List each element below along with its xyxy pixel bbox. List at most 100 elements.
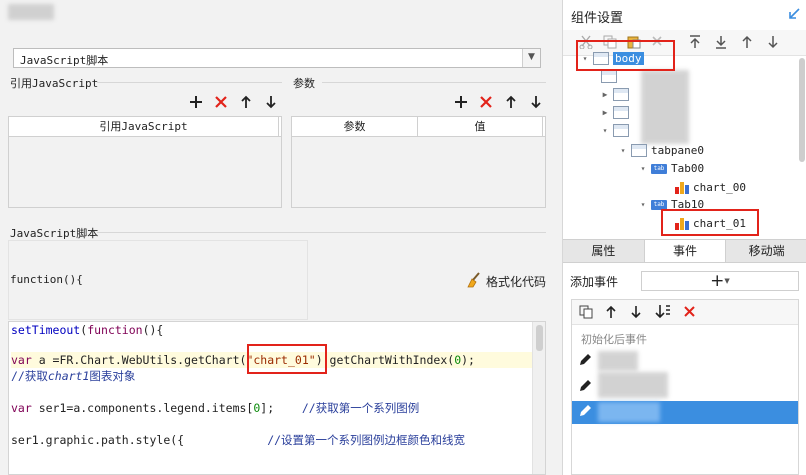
tree-node-blurred[interactable]: ▾ <box>601 124 629 137</box>
event-item[interactable] <box>572 372 798 399</box>
edit-pen-icon <box>578 404 592 421</box>
move-down-icon[interactable] <box>767 35 779 52</box>
move-down-icon[interactable] <box>261 92 280 111</box>
blurred-event-name <box>598 351 638 371</box>
editor-scrollbar[interactable] <box>532 322 545 474</box>
code-token: chart1 <box>47 369 90 383</box>
panel-icon <box>613 124 629 137</box>
code-line: ser1.graphic.path.style({ //设置第一个系列图例边框颜… <box>11 432 465 448</box>
code-token: function <box>87 323 143 337</box>
table-header: 引用JavaScript <box>9 117 281 137</box>
collapse-arrow-icon[interactable]: ▾ <box>639 164 647 173</box>
params-section-title: 参数 <box>293 77 315 90</box>
code-token: getChart <box>184 353 240 367</box>
delete-icon[interactable] <box>211 92 230 111</box>
move-down-icon[interactable] <box>630 305 642 322</box>
move-up-icon[interactable] <box>605 305 617 322</box>
code-token: setTimeout <box>11 323 81 337</box>
move-bottom-icon[interactable] <box>655 304 671 323</box>
delete-icon[interactable] <box>476 92 495 111</box>
function-signature: function(){ <box>10 273 83 286</box>
move-bottom-icon[interactable] <box>715 35 727 52</box>
scrollbar-thumb[interactable] <box>536 325 543 351</box>
add-event-dropdown[interactable]: +▼ <box>641 271 799 291</box>
collapse-arrow-icon[interactable]: ▾ <box>619 146 627 155</box>
tree-node-label: Tab00 <box>671 162 705 175</box>
code-token: a =FR.Chart.WebUtils. <box>31 353 185 367</box>
script-type-value: JavaScript脚本 <box>20 54 109 67</box>
format-code-label: 格式化代码 <box>486 275 547 289</box>
params-table[interactable]: 参数 值 <box>291 116 546 208</box>
add-icon[interactable] <box>451 92 470 111</box>
code-token: ({ <box>170 433 185 447</box>
collapse-arrow-icon[interactable]: ▾ <box>639 200 647 209</box>
expand-arrow-icon[interactable]: ▶ <box>601 90 609 99</box>
divider <box>97 232 546 233</box>
add-event-label: 添加事件 <box>570 275 619 289</box>
copy-icon[interactable] <box>579 305 593 322</box>
chevron-down-icon: ▼ <box>724 277 730 285</box>
panel-icon <box>613 88 629 101</box>
code-token: 图表对象 <box>89 369 136 383</box>
column-header-value[interactable]: 值 <box>418 117 543 136</box>
expand-arrow-icon[interactable]: ▶ <box>601 108 609 117</box>
tab-properties[interactable]: 属性 <box>563 240 645 262</box>
move-down-icon[interactable] <box>526 92 545 111</box>
event-toolbar <box>572 300 798 325</box>
delete-icon[interactable] <box>683 305 696 321</box>
panel-icon <box>601 70 617 83</box>
tree-node-blurred[interactable]: ▶ <box>601 88 629 101</box>
tab-icon: tab <box>651 199 667 210</box>
blurred-tree-labels <box>641 70 689 144</box>
params-toolbar <box>451 92 545 111</box>
tree-node-chart00[interactable]: chart_00 <box>675 180 746 194</box>
panel-title: 组件设置 <box>571 11 624 26</box>
settings-tabs: 属性 事件 移动端 <box>563 239 806 263</box>
ref-js-toolbar <box>186 92 280 111</box>
event-item[interactable] <box>572 350 798 373</box>
tree-node-label: chart_00 <box>693 180 746 194</box>
code-line: var ser1=a.components.legend.items[0]; /… <box>11 400 419 416</box>
code-token: //获取第一个系列图例 <box>301 401 420 415</box>
code-token: ser1.graphic.path. <box>11 433 136 447</box>
move-up-icon[interactable] <box>236 92 255 111</box>
divider <box>322 82 546 83</box>
collapse-arrow-icon[interactable]: ▾ <box>601 126 609 135</box>
tree-node-tab00[interactable]: ▾ tab Tab00 <box>639 162 705 175</box>
code-token: //设置第一个系列图例边框颜色和线宽 <box>267 433 466 447</box>
editor-gutter <box>9 322 11 474</box>
tab-icon: tab <box>651 163 667 174</box>
tree-node-blurred[interactable] <box>601 70 617 83</box>
chevron-down-icon[interactable]: ▼ <box>522 49 540 67</box>
chart-icon <box>675 180 689 194</box>
code-token: var <box>11 401 32 415</box>
tab-events[interactable]: 事件 <box>644 240 727 262</box>
event-item-selected[interactable] <box>572 401 798 424</box>
tree-node-blurred[interactable]: ▶ <box>601 106 629 119</box>
add-icon[interactable] <box>186 92 205 111</box>
table-header: 参数 值 <box>292 117 545 137</box>
events-group-label: 初始化后事件 <box>581 333 647 346</box>
tab-mobile[interactable]: 移动端 <box>726 240 806 262</box>
code-token: style <box>135 433 171 447</box>
highlight-annotation-chart-id <box>247 344 327 374</box>
tree-node-label: tabpane0 <box>651 144 704 157</box>
move-up-icon[interactable] <box>741 35 753 52</box>
edit-pen-icon <box>578 353 592 370</box>
move-top-icon[interactable] <box>689 35 701 52</box>
column-header-ref-js[interactable]: 引用JavaScript <box>9 117 279 136</box>
code-token: ser1=a.components.legend.items[ <box>31 401 254 415</box>
ref-js-table[interactable]: 引用JavaScript <box>8 116 282 208</box>
tree-node-tabpane[interactable]: ▾ tabpane0 <box>619 144 704 157</box>
move-up-icon[interactable] <box>501 92 520 111</box>
script-type-select[interactable]: JavaScript脚本 ▼ <box>13 48 541 68</box>
column-header-param[interactable]: 参数 <box>292 117 418 136</box>
ref-js-section-title: 引用JavaScript <box>10 77 99 90</box>
code-token: getChartWithIndex <box>329 353 448 367</box>
js-editor-pane: JavaScript脚本 ▼ 引用JavaScript 参数 引用JavaScr… <box>0 0 562 475</box>
format-code-button[interactable]: 格式化代码 <box>466 272 546 291</box>
highlight-annotation-chart01 <box>661 209 759 236</box>
tree-scrollbar[interactable] <box>799 58 805 162</box>
collapse-icon[interactable] <box>788 8 800 23</box>
tabpane-icon <box>631 144 647 157</box>
